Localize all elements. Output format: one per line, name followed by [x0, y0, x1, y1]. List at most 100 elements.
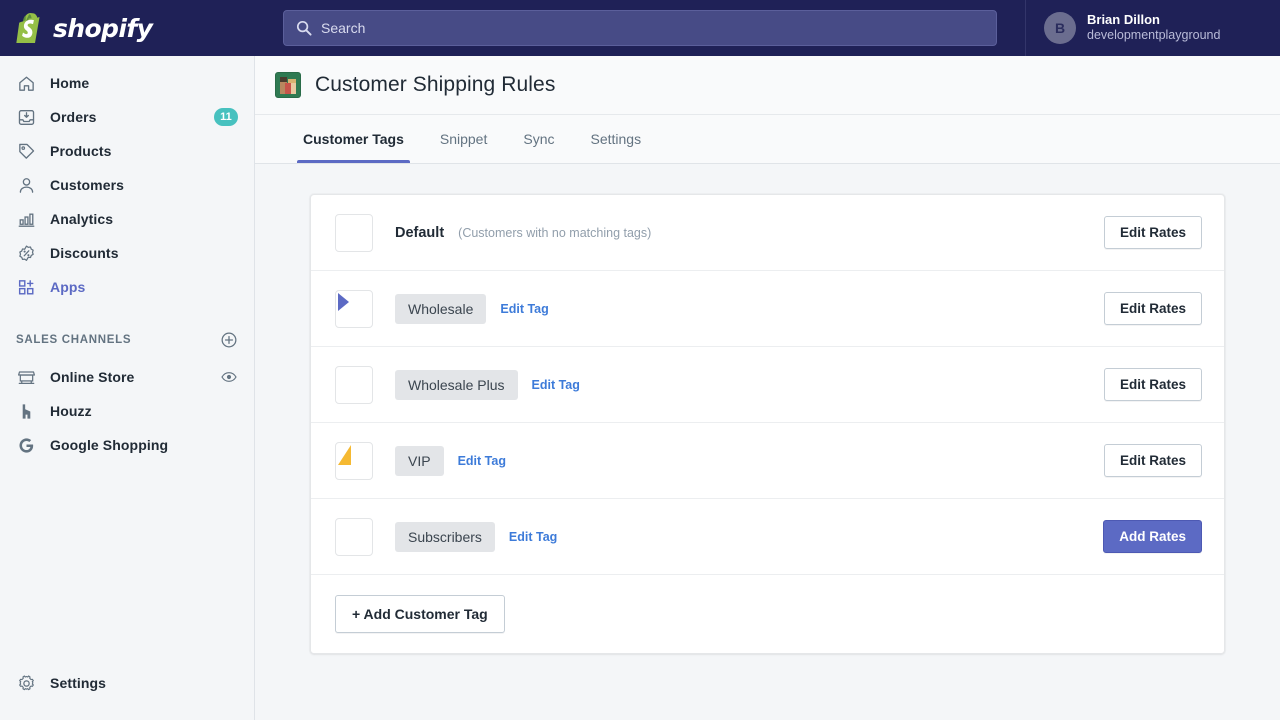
edit-tag-link[interactable]: Edit Tag: [500, 302, 548, 316]
sidebar-item-google-shopping[interactable]: Google Shopping: [0, 428, 254, 462]
sidebar-item-label: Houzz: [50, 403, 92, 419]
sidebar-footer: Settings: [0, 666, 254, 720]
shopify-wordmark: shopify: [53, 13, 153, 43]
avatar: B: [1044, 12, 1076, 44]
analytics-bar-chart-icon: [16, 209, 36, 229]
sidebar-item-label: Orders: [50, 109, 97, 125]
tab-label: Customer Tags: [303, 131, 404, 147]
row-content: Wholesale Plus Edit Tag: [395, 369, 1104, 400]
teal-sail-abstract-thumbnail: [335, 517, 373, 556]
tab-settings[interactable]: Settings: [572, 115, 659, 163]
row-content: VIP Edit Tag: [395, 445, 1104, 476]
shopify-bag-icon: [16, 13, 44, 43]
window-body: Home Orders 11 Products Customers Analyt…: [0, 56, 1280, 720]
sales-channels-header: SALES CHANNELS: [0, 320, 254, 360]
sidebar-item-label: Customers: [50, 177, 125, 193]
sidebar-item-label: Home: [50, 75, 90, 91]
user-menu[interactable]: B Brian Dillon developmentplayground: [1025, 0, 1280, 56]
sidebar-item-label: Settings: [50, 675, 107, 691]
plus-circle-icon[interactable]: [220, 331, 238, 349]
edit-rates-button[interactable]: Edit Rates: [1103, 444, 1202, 477]
sidebar-item-orders[interactable]: Orders 11: [0, 100, 254, 134]
sidebar: Home Orders 11 Products Customers Analyt…: [0, 56, 255, 720]
search-placeholder: Search: [321, 20, 366, 36]
sidebar-item-home[interactable]: Home: [0, 66, 254, 100]
customer-person-icon: [16, 175, 36, 195]
sidebar-item-products[interactable]: Products: [0, 134, 254, 168]
top-bar: shopify Search B Brian Dillon developmen…: [0, 0, 1280, 56]
page-title: Customer Shipping Rules: [315, 73, 556, 96]
table-row: VIP Edit Tag Edit Rates: [311, 423, 1224, 499]
customer-shipping-rules-app-icon: [275, 72, 301, 98]
add-rates-button[interactable]: Add Rates: [1103, 520, 1202, 553]
row-content: Subscribers Edit Tag: [395, 521, 1103, 552]
row-content: Wholesale Edit Tag: [395, 293, 1104, 324]
table-row: Wholesale Plus Edit Tag Edit Rates: [311, 347, 1224, 423]
sidebar-item-label: Products: [50, 143, 112, 159]
sidebar-item-analytics[interactable]: Analytics: [0, 202, 254, 236]
sidebar-item-label: Google Shopping: [50, 437, 169, 453]
tab-sync[interactable]: Sync: [505, 115, 572, 163]
eye-icon[interactable]: [220, 368, 238, 386]
product-tag-icon: [16, 141, 36, 161]
table-row: Subscribers Edit Tag Add Rates: [311, 499, 1224, 575]
tag-chip: VIP: [395, 445, 444, 476]
customer-tags-card: Default (Customers with no matching tags…: [310, 194, 1225, 654]
tab-label: Sync: [523, 131, 555, 147]
sidebar-item-houzz[interactable]: Houzz: [0, 394, 254, 428]
search-area: Search: [255, 10, 1025, 46]
tab-label: Settings: [590, 131, 642, 147]
search-input[interactable]: Search: [283, 10, 997, 46]
user-identity: Brian Dillon developmentplayground: [1087, 12, 1220, 44]
row-content: Default (Customers with no matching tags…: [395, 225, 1104, 241]
table-row: Default (Customers with no matching tags…: [311, 195, 1224, 271]
tag-chip: Wholesale Plus: [395, 369, 518, 400]
table-row: Wholesale Edit Tag Edit Rates: [311, 271, 1224, 347]
edit-tag-link[interactable]: Edit Tag: [509, 530, 557, 544]
tag-chip: Wholesale: [395, 293, 487, 324]
gear-icon: [16, 673, 36, 693]
sidebar-item-label: Discounts: [50, 245, 119, 261]
yellow-abstract-thumbnail: [335, 289, 373, 328]
user-name: Brian Dillon: [1087, 12, 1160, 28]
google-g-icon: [16, 435, 36, 455]
indigo-night-abstract-thumbnail: [335, 441, 373, 480]
home-icon: [16, 73, 36, 93]
page-header: Customer Shipping Rules: [255, 56, 1280, 114]
tab-customer-tags[interactable]: Customer Tags: [285, 115, 422, 163]
edit-tag-link[interactable]: Edit Tag: [458, 454, 506, 468]
rule-name: Default: [395, 224, 445, 241]
rule-note: (Customers with no matching tags): [458, 225, 652, 240]
sidebar-item-settings[interactable]: Settings: [0, 666, 254, 700]
apps-grid-plus-icon: [16, 277, 36, 297]
orders-inbox-icon: [16, 107, 36, 127]
shopify-brand[interactable]: shopify: [0, 0, 255, 56]
add-customer-tag-button[interactable]: + Add Customer Tag: [335, 595, 505, 633]
edit-rates-button[interactable]: Edit Rates: [1103, 368, 1202, 401]
sidebar-item-discounts[interactable]: Discounts: [0, 236, 254, 270]
edit-rates-button[interactable]: Edit Rates: [1103, 216, 1202, 249]
blue-yellow-abstract-thumbnail: [335, 365, 373, 404]
sidebar-item-label: Online Store: [50, 369, 135, 385]
user-shop-name: developmentplayground: [1087, 28, 1221, 43]
tab-bar: Customer Tags Snippet Sync Settings: [255, 114, 1280, 164]
tab-label: Snippet: [439, 131, 488, 147]
shopify-admin-window: shopify Search B Brian Dillon developmen…: [0, 0, 1280, 720]
search-icon: [296, 20, 312, 36]
sidebar-item-customers[interactable]: Customers: [0, 168, 254, 202]
main-content: Customer Shipping Rules Customer Tags Sn…: [255, 56, 1280, 720]
orders-count-badge: 11: [214, 108, 238, 126]
edit-tag-link[interactable]: Edit Tag: [532, 378, 580, 392]
sidebar-item-label: Apps: [50, 279, 86, 295]
tab-snippet[interactable]: Snippet: [422, 115, 505, 163]
sales-channels-title: SALES CHANNELS: [16, 334, 132, 346]
houzz-icon: [16, 401, 36, 421]
content-area: Default (Customers with no matching tags…: [255, 164, 1280, 720]
sidebar-item-label: Analytics: [50, 211, 114, 227]
sidebar-item-online-store[interactable]: Online Store: [0, 360, 254, 394]
edit-rates-button[interactable]: Edit Rates: [1103, 292, 1202, 325]
card-footer: + Add Customer Tag: [311, 575, 1224, 653]
tag-chip: Subscribers: [395, 521, 495, 552]
sidebar-item-apps[interactable]: Apps: [0, 270, 254, 304]
